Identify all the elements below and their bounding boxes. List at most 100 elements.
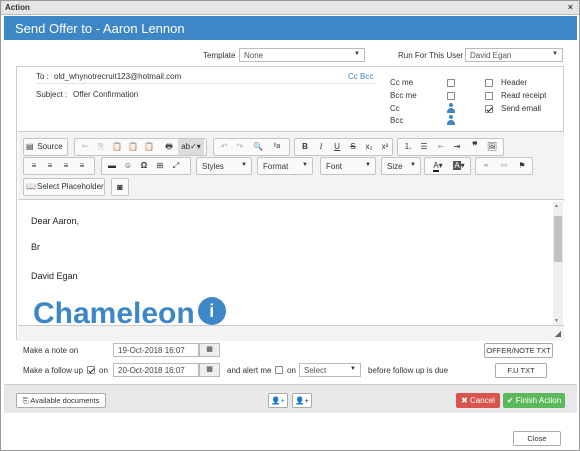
subject-field[interactable]: Offer Confirmation [73, 90, 138, 99]
offer-note-txt-button[interactable]: OFFER/NOTE TXT [484, 343, 553, 358]
special-char-icon[interactable]: Ω [137, 158, 151, 174]
scrollbar-thumb[interactable] [554, 216, 562, 262]
add-user-icon[interactable]: 👤+ [292, 393, 312, 408]
chevron-down-icon: ▼ [350, 366, 356, 372]
italic-icon[interactable]: I [314, 139, 328, 155]
add-contact-icon[interactable]: 👤+ [268, 393, 288, 408]
strikethrough-icon[interactable]: S [346, 139, 360, 155]
subscript-icon[interactable]: x₂ [362, 139, 376, 155]
source-button[interactable]: Source [34, 139, 66, 155]
chevron-down-icon: ▼ [241, 162, 247, 168]
table-icon[interactable]: ⊞ [153, 158, 167, 174]
superscript-icon[interactable]: x² [378, 139, 392, 155]
close-button[interactable]: Close [513, 431, 561, 446]
add-bcc-icon[interactable] [447, 115, 455, 125]
run-for-select[interactable]: David Egan ▼ [465, 48, 563, 62]
template-select-value: None [244, 51, 264, 60]
scroll-up-icon[interactable]: ▲ [554, 203, 559, 209]
email-body[interactable]: Dear Aaron, Br David Egan Chameleon i [18, 201, 564, 325]
close-icon[interactable]: × [568, 2, 573, 12]
note-date-field[interactable]: 19-Oct-2018 16:07 [113, 343, 199, 357]
header-checkbox[interactable] [485, 79, 493, 87]
redo-icon[interactable]: ↷ [233, 139, 247, 155]
template-select[interactable]: None ▼ [239, 48, 365, 62]
smiley-icon[interactable]: ☺ [121, 158, 135, 174]
editor-toolbar: ▤ Source ✂ ⎘ 📋 📋 📋 🖶 ab✓▾ ↶ ↷ 🔍 ᵇa B I U… [18, 132, 564, 200]
alert-select[interactable]: Select ▼ [299, 363, 361, 377]
outdent-icon[interactable]: ⇤ [434, 139, 448, 155]
greeting-text: Dear Aaron, [31, 216, 80, 226]
size-dropdown[interactable]: Size ▼ [381, 157, 421, 175]
to-field[interactable]: old_whynotrecruit123@hotmail.com [54, 72, 181, 81]
format-dropdown[interactable]: Format ▼ [257, 157, 313, 175]
maximize-icon[interactable]: ⤢ [169, 158, 183, 174]
link-icon[interactable]: ⚭ [479, 158, 493, 174]
replace-icon[interactable]: ᵇa [268, 139, 286, 155]
run-for-label: Run For This User [398, 51, 464, 60]
scroll-down-icon[interactable]: ▼ [554, 318, 559, 324]
find-icon[interactable]: 🔍 [251, 139, 265, 155]
cc-me-checkbox[interactable] [447, 79, 455, 87]
paste-word-icon[interactable]: 📋 [142, 139, 156, 155]
select-placeholder-button[interactable]: Select Placeholder [37, 179, 104, 195]
cut-icon[interactable]: ✂ [78, 139, 92, 155]
justify-icon[interactable]: ≡ [75, 158, 89, 174]
finish-action-button[interactable]: ✔ Finish Action [503, 393, 565, 408]
align-center-icon[interactable]: ≡ [43, 158, 57, 174]
styles-dropdown[interactable]: Styles ▼ [196, 157, 252, 175]
bcc-me-checkbox[interactable] [447, 92, 455, 100]
numbered-list-icon[interactable]: ⒈ [401, 139, 415, 155]
blockquote-icon[interactable]: ❞ [468, 139, 482, 155]
placeholder-group: 📖 Select Placeholder [23, 178, 105, 196]
image-icon[interactable]: 🖼 [485, 139, 499, 155]
bg-color-icon[interactable]: A▾ [449, 158, 469, 174]
preview-icon[interactable]: ◙ [113, 179, 127, 195]
cc-me-label: Cc me [390, 78, 414, 87]
cc-bcc-link[interactable]: Cc Bcc [348, 72, 373, 81]
editor-scrollbar[interactable]: ▲ ▼ [553, 202, 563, 325]
bold-icon[interactable]: B [298, 139, 312, 155]
email-header: To : old_whynotrecruit123@hotmail.com Cc… [17, 67, 563, 131]
calendar-icon[interactable]: ▦ [199, 363, 220, 377]
send-email-checkbox[interactable] [485, 105, 493, 113]
paste-text-icon[interactable]: 📋 [126, 139, 140, 155]
edit-group: ↶ ↷ 🔍 ᵇa [213, 138, 290, 156]
check-icon: ✔ [506, 396, 516, 405]
unlink-icon[interactable]: ⚯ [497, 158, 511, 174]
alert-checkbox[interactable] [275, 366, 283, 374]
dialog-titlebar: Action × [1, 1, 579, 15]
spellcheck-icon[interactable]: ab✓▾ [178, 139, 204, 155]
read-receipt-checkbox[interactable] [485, 92, 493, 100]
resize-handle-icon[interactable]: ◢ [555, 329, 561, 338]
dialog-title: Action [5, 3, 30, 12]
align-left-icon[interactable]: ≡ [27, 158, 41, 174]
available-documents-button[interactable]: ⎘ Available documents [16, 393, 106, 408]
copy-icon[interactable]: ⎘ [94, 139, 108, 155]
add-cc-icon[interactable] [447, 103, 455, 113]
followup-date-field[interactable]: 20-Oct-2018 16:07 [113, 363, 199, 377]
format-dropdown-label: Format [263, 162, 289, 171]
font-dropdown[interactable]: Font ▼ [320, 157, 376, 175]
bcc-label: Bcc [390, 116, 404, 125]
editor-statusbar: ◢ [18, 325, 564, 341]
indent-icon[interactable]: ⇥ [450, 139, 464, 155]
cc-label: Cc [390, 104, 400, 113]
undo-icon[interactable]: ↶ [217, 139, 231, 155]
align-right-icon[interactable]: ≡ [59, 158, 73, 174]
horizontal-rule-icon[interactable]: ▬ [105, 158, 119, 174]
print-icon[interactable]: 🖶 [162, 139, 176, 155]
calendar-icon[interactable]: ▦ [199, 343, 220, 357]
paste-icon[interactable]: 📋 [110, 139, 124, 155]
anchor-flag-icon[interactable]: ⚑ [515, 158, 529, 174]
fu-txt-button[interactable]: F.U TXT [495, 363, 547, 378]
run-for-select-value: David Egan [470, 51, 512, 60]
chameleon-logo: Chameleon i [33, 297, 226, 325]
chevron-down-icon: ▼ [552, 51, 558, 57]
underline-icon[interactable]: U [330, 139, 344, 155]
divider [36, 83, 376, 84]
alert-label: and alert me [227, 366, 272, 375]
followup-checkbox[interactable] [87, 366, 95, 374]
bulleted-list-icon[interactable]: ☰ [417, 139, 431, 155]
cancel-button[interactable]: ✖ Cancel [456, 393, 500, 408]
text-color-icon[interactable]: A▾ [428, 158, 448, 174]
